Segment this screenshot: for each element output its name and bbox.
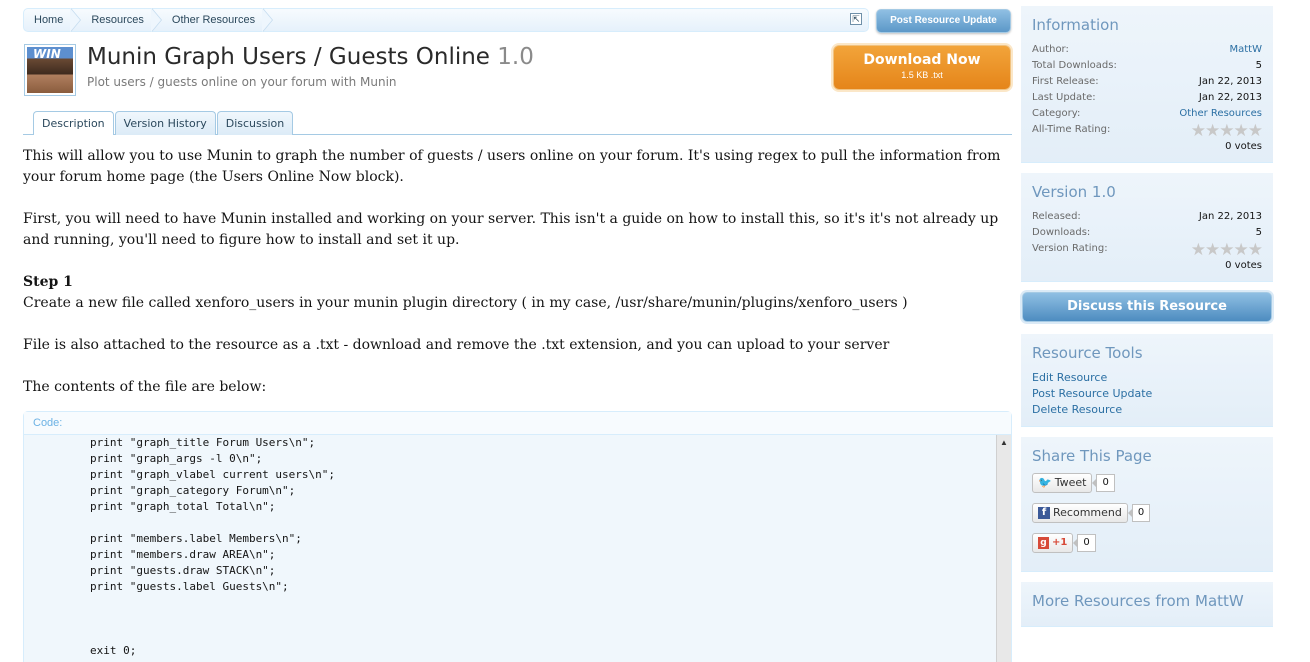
version-downloads-value: 5 <box>1255 227 1262 238</box>
page-title: Munin Graph Users / Guests Online 1.0 <box>87 44 534 70</box>
download-now-button[interactable]: Download Now 1.5 KB .txt <box>833 45 1011 90</box>
resource-tabs: Description Version History Discussion <box>33 111 294 135</box>
breadcrumb-resources[interactable]: Resources <box>81 8 162 32</box>
last-update-label: Last Update: <box>1032 92 1096 103</box>
released-value: Jan 22, 2013 <box>1198 211 1262 222</box>
rating-label: All-Time Rating: <box>1032 124 1111 135</box>
step-heading: Step 1 <box>23 274 73 290</box>
author-link[interactable]: MattW <box>1230 42 1263 58</box>
version-votes-count: 0 votes <box>1225 260 1262 271</box>
recommend-button[interactable]: f Recommend <box>1032 503 1128 523</box>
breadcrumb-home[interactable]: Home <box>24 8 82 32</box>
edit-resource-link[interactable]: Edit Resource <box>1032 370 1262 386</box>
tweet-button[interactable]: 🐦 Tweet <box>1032 473 1093 493</box>
author-label: Author: <box>1032 44 1069 55</box>
version-rating-label: Version Rating: <box>1032 243 1108 254</box>
tab-description[interactable]: Description <box>33 111 114 135</box>
download-label: Download Now <box>863 52 981 68</box>
jump-menu-icon[interactable]: ⇱ <box>850 13 862 25</box>
version-panel: Version 1.0 Released: Jan 22, 2013 Downlo… <box>1021 173 1273 282</box>
discuss-resource-button[interactable]: Discuss this Resource <box>1022 292 1272 322</box>
code-content[interactable]: print "graph_title Forum Users\n"; print… <box>24 435 997 662</box>
breadcrumb-other-resources[interactable]: Other Resources <box>162 8 274 32</box>
resource-title: Munin Graph Users / Guests Online <box>87 44 490 70</box>
google-plusone-button[interactable]: g +1 <box>1032 533 1074 553</box>
votes-count: 0 votes <box>1225 141 1262 152</box>
recommend-label: Recommend <box>1053 506 1122 519</box>
post-resource-update-link[interactable]: Post Resource Update <box>1032 386 1262 402</box>
scroll-up-icon[interactable]: ▲ <box>997 438 1011 447</box>
information-heading: Information <box>1032 16 1119 34</box>
post-resource-update-button[interactable]: Post Resource Update <box>876 9 1011 33</box>
recommend-count: 0 <box>1127 504 1151 522</box>
last-update-value: Jan 22, 2013 <box>1198 92 1262 103</box>
description-paragraph: This will allow you to use Munin to grap… <box>23 148 1001 185</box>
facebook-icon: f <box>1038 507 1050 519</box>
delete-resource-link[interactable]: Delete Resource <box>1032 402 1262 418</box>
description-paragraph: The contents of the file are below: <box>23 379 267 395</box>
first-release-label: First Release: <box>1032 76 1099 87</box>
avatar-text: WIN <box>33 47 61 61</box>
first-release-value: Jan 22, 2013 <box>1198 76 1262 87</box>
tweet-count: 0 <box>1092 474 1115 492</box>
rating-stars-icon: ★★★★★ <box>1190 121 1263 141</box>
resource-version: 1.0 <box>497 44 534 70</box>
sidebar: Information Author: MattW Total Downloads… <box>1021 6 1273 637</box>
category-label: Category: <box>1032 108 1081 119</box>
share-heading: Share This Page <box>1032 447 1152 465</box>
code-scrollbar[interactable]: ▲ <box>996 435 1011 662</box>
resource-tools-panel: Resource Tools Edit Resource Post Resour… <box>1021 334 1273 427</box>
tab-discussion[interactable]: Discussion <box>216 111 294 135</box>
description-paragraph: File is also attached to the resource as… <box>23 337 890 353</box>
version-rating-stars-icon: ★★★★★ <box>1190 240 1263 260</box>
google-plus-icon: g <box>1038 537 1049 549</box>
category-link[interactable]: Other Resources <box>1179 106 1262 122</box>
resource-tools-heading: Resource Tools <box>1032 344 1143 362</box>
description-paragraph: Create a new file called xenforo_users i… <box>23 295 908 311</box>
information-panel: Information Author: MattW Total Downloads… <box>1021 6 1273 163</box>
more-resources-panel: More Resources from MattW <box>1021 582 1273 627</box>
share-panel: Share This Page 🐦 Tweet 0 f Recommend 0 g +… <box>1021 437 1273 572</box>
download-meta: 1.5 KB .txt <box>901 70 943 80</box>
plusone-label: +1 <box>1052 537 1068 548</box>
resource-description: This will allow you to use Munin to grap… <box>23 146 1008 419</box>
downloads-label: Total Downloads: <box>1032 60 1117 71</box>
downloads-value: 5 <box>1255 60 1262 71</box>
plusone-count: 0 <box>1073 534 1096 552</box>
resource-tagline: Plot users / guests online on your forum… <box>87 75 397 89</box>
version-downloads-label: Downloads: <box>1032 227 1091 238</box>
avatar[interactable]: WIN <box>24 44 76 96</box>
tweet-label: Tweet <box>1054 476 1087 489</box>
code-label: Code: <box>24 412 1011 435</box>
tab-version-history[interactable]: Version History <box>114 111 216 135</box>
twitter-bird-icon: 🐦 <box>1038 476 1052 489</box>
version-heading: Version 1.0 <box>1032 183 1116 201</box>
more-resources-heading: More Resources from MattW <box>1032 592 1244 610</box>
breadcrumb: Home Resources Other Resources ⇱ <box>23 8 869 32</box>
released-label: Released: <box>1032 211 1081 222</box>
code-block: Code: print "graph_title Forum Users\n";… <box>23 411 1012 662</box>
description-paragraph: First, you will need to have Munin insta… <box>23 211 999 248</box>
